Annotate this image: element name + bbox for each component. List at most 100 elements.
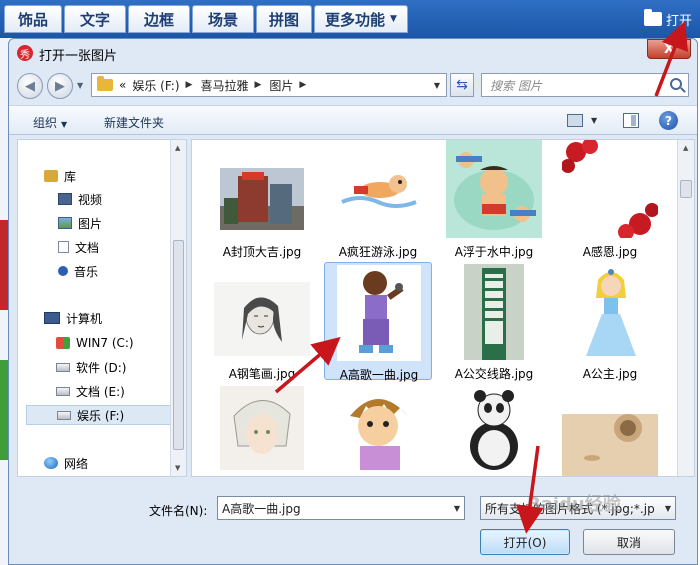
tab-scene[interactable]: 场景 <box>192 5 254 33</box>
tab-text[interactable]: 文字 <box>64 5 126 33</box>
thumbnail-kids-in-water-cartoon <box>446 140 542 238</box>
thumbnail-sand-beach-photo <box>562 414 658 476</box>
view-options-icon[interactable] <box>567 114 583 127</box>
dialog-title-bar[interactable]: 秀 打开一张图片 X <box>9 39 697 67</box>
nav-item-network[interactable]: 网络 <box>44 453 88 473</box>
chevron-right-icon[interactable]: ▶ <box>299 80 306 90</box>
tab-border[interactable]: 边框 <box>128 5 190 33</box>
thumbnail-pen-sketch-portrait <box>214 282 310 356</box>
chevron-down-icon[interactable]: ▼ <box>665 504 671 513</box>
forward-arrow-icon: ▶ <box>55 78 65 94</box>
file-name: A疯狂游泳.jpg <box>338 245 418 259</box>
file-name: A公交线路.jpg <box>454 367 534 381</box>
forward-button[interactable]: ▶ <box>47 73 73 99</box>
nav-item-pictures[interactable]: 图片 <box>58 213 102 233</box>
tab-more-features[interactable]: 更多功能 ▼ <box>314 5 408 33</box>
chevron-down-icon[interactable]: ▼ <box>454 504 460 513</box>
scroll-up-icon[interactable]: ▲ <box>683 144 688 152</box>
open-button[interactable]: 打开 <box>643 8 692 30</box>
search-input[interactable]: 搜索 图片 <box>481 73 689 97</box>
chevron-right-icon[interactable]: ▶ <box>186 80 193 90</box>
file-tile[interactable]: A封顶大吉.jpg <box>208 140 316 259</box>
tab-accessories[interactable]: 饰品 <box>4 5 62 33</box>
file-tile[interactable]: A公交线路.jpg <box>440 262 548 381</box>
file-tile[interactable] <box>440 384 548 476</box>
watermark: Baidu经验 <box>527 494 621 515</box>
back-button[interactable]: ◀ <box>17 73 43 99</box>
breadcrumb-folder[interactable]: 喜马拉雅 <box>200 77 248 94</box>
new-folder-button[interactable]: 新建文件夹 <box>104 114 164 131</box>
close-icon: X <box>663 41 675 57</box>
nav-item-documents[interactable]: 文档 <box>58 237 99 257</box>
breadcrumb-prefix[interactable]: « <box>119 78 126 92</box>
cancel-button[interactable]: 取消 <box>583 529 675 555</box>
recent-locations-dropdown[interactable]: ▼ <box>77 81 83 90</box>
folder-icon <box>97 76 113 91</box>
address-dropdown[interactable]: ▼ <box>428 74 446 96</box>
thumbnail-anime-character <box>220 386 304 470</box>
open-file-dialog: 秀 打开一张图片 X ◀ ▶ ▼ « 娱乐 (F:) ▶ 喜马拉雅 ▶ 图片 ▶… <box>8 38 698 565</box>
windows-drive-icon <box>56 337 70 349</box>
nav-item-drive-f[interactable]: 娱乐 (F:) <box>26 405 176 425</box>
nav-pane-scrollbar[interactable]: ▲ ▼ <box>170 140 186 476</box>
refresh-button[interactable]: ⇆ <box>450 73 474 97</box>
file-tile[interactable] <box>324 384 432 476</box>
library-icon <box>44 170 58 182</box>
scrollbar-thumb[interactable] <box>680 180 692 198</box>
thumbnail-princess-cartoon <box>576 264 646 360</box>
chevron-right-icon[interactable]: ▶ <box>254 80 261 90</box>
file-tile[interactable]: A钢笔画.jpg <box>208 262 316 381</box>
thumbnail-red-flowers <box>562 140 658 238</box>
background-red-strip <box>0 220 8 310</box>
caret-down-icon[interactable]: ▼ <box>591 116 597 125</box>
nav-item-library[interactable]: 库 <box>44 166 76 186</box>
computer-icon <box>44 312 60 324</box>
nav-item-video[interactable]: 视频 <box>58 189 102 209</box>
caret-down-icon: ▼ <box>390 14 397 24</box>
filename-label: 文件名(N): <box>149 504 208 518</box>
folder-icon <box>643 9 662 26</box>
caret-down-icon: ▼ <box>61 120 68 129</box>
network-icon <box>44 457 58 469</box>
file-tile[interactable] <box>556 384 664 476</box>
search-icon <box>670 78 682 90</box>
scrollbar-thumb[interactable] <box>173 240 184 450</box>
file-tile[interactable] <box>208 384 316 476</box>
filename-input[interactable]: A高歌一曲.jpg ▼ <box>217 496 465 520</box>
nav-item-computer[interactable]: 计算机 <box>44 308 102 328</box>
tab-collage[interactable]: 拼图 <box>256 5 312 33</box>
file-name: A钢笔画.jpg <box>228 367 296 381</box>
file-list: A封顶大吉.jpg A疯狂游泳.jpg A浮于水中.jpg A感恩.jpg A钢… <box>191 139 695 477</box>
drive-icon <box>57 410 71 420</box>
file-list-scrollbar[interactable]: ▲ <box>677 140 694 476</box>
dialog-title: 打开一张图片 <box>39 49 118 64</box>
nav-item-drive-e[interactable]: 文档 (E:) <box>56 381 125 401</box>
help-icon[interactable]: ? <box>659 111 678 130</box>
nav-item-drive-d[interactable]: 软件 (D:) <box>56 357 126 377</box>
file-tile[interactable]: A疯狂游泳.jpg <box>324 140 432 259</box>
file-name: A公主.jpg <box>582 367 638 381</box>
scroll-down-icon[interactable]: ▼ <box>175 464 180 472</box>
scroll-up-icon[interactable]: ▲ <box>175 144 180 152</box>
nav-item-drive-c[interactable]: WIN7 (C:) <box>56 333 134 353</box>
video-icon <box>58 193 72 205</box>
file-tile-selected[interactable]: A高歌一曲.jpg <box>324 262 432 382</box>
preview-pane-icon[interactable] <box>623 113 639 128</box>
breadcrumb-drive[interactable]: 娱乐 (F:) <box>132 77 179 94</box>
breadcrumb-current[interactable]: 图片 <box>269 77 293 94</box>
close-button[interactable]: X <box>647 39 691 59</box>
background-green-strip <box>0 360 8 460</box>
music-icon <box>58 266 68 276</box>
open-file-button[interactable]: 打开(O) <box>480 529 570 555</box>
refresh-icon: ⇆ <box>456 77 468 93</box>
file-tile[interactable]: A感恩.jpg <box>556 140 664 259</box>
nav-item-music[interactable]: 音乐 <box>58 261 98 281</box>
file-tile[interactable]: A浮于水中.jpg <box>440 140 548 259</box>
file-name: A封顶大吉.jpg <box>222 245 302 259</box>
file-name: A高歌一曲.jpg <box>339 368 419 382</box>
thumbnail-singing-cartoon <box>337 265 421 361</box>
file-tile[interactable]: A公主.jpg <box>556 262 664 381</box>
address-bar[interactable]: « 娱乐 (F:) ▶ 喜马拉雅 ▶ 图片 ▶ ▼ <box>91 73 447 97</box>
organize-menu[interactable]: 组织 ▼ <box>33 114 67 131</box>
drive-icon <box>56 386 70 396</box>
